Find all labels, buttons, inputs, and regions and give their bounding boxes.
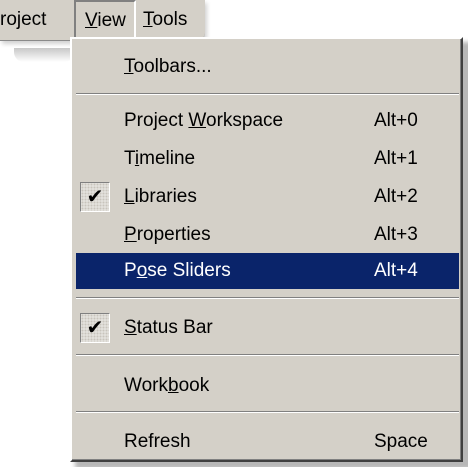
menu-item-status-bar-label: Status Bar: [124, 317, 213, 338]
menu-project[interactable]: roject: [0, 0, 46, 40]
menu-item-project-workspace[interactable]: Project Workspace Alt+0: [76, 103, 459, 139]
menu-item-refresh[interactable]: Refresh Space: [76, 424, 459, 460]
menu-view[interactable]: View: [74, 0, 136, 42]
menu-separator: [76, 354, 459, 356]
menu-separator: [76, 93, 459, 95]
menu-item-status-bar[interactable]: ✔ Status Bar: [76, 310, 459, 346]
menu-item-libraries[interactable]: ✔ Libraries Alt+2: [76, 179, 459, 215]
menu-item-refresh-label: Refresh: [124, 431, 191, 452]
shortcut-label: Space: [374, 431, 428, 452]
menu-view-accel: V: [85, 10, 98, 31]
shortcut-label: Alt+4: [374, 260, 418, 281]
checkmark-icon: ✔: [80, 313, 110, 343]
menu-separator: [76, 297, 459, 299]
menu-item-pose-sliders-label: Pose Sliders: [124, 260, 231, 281]
shortcut-label: Alt+3: [374, 224, 418, 245]
menu-item-timeline[interactable]: Timeline Alt+1: [76, 141, 459, 177]
menu-item-toolbars-label: Toolbars...: [124, 56, 212, 77]
menu-item-toolbars[interactable]: Toolbars...: [76, 49, 459, 85]
checkmark-icon: ✔: [80, 182, 110, 212]
menu-view-label: iew: [97, 10, 126, 31]
menu-item-timeline-label: Timeline: [124, 148, 196, 169]
menu-item-properties-label: Properties: [124, 224, 211, 245]
menu-item-libraries-label: Libraries: [124, 186, 197, 207]
view-menu-dropdown: Toolbars... Project Workspace Alt+0 Time…: [70, 37, 463, 462]
shortcut-label: Alt+2: [374, 186, 418, 207]
shortcut-label: Alt+1: [374, 148, 418, 169]
menu-item-workbook[interactable]: Workbook: [76, 368, 459, 404]
menu-tools-label: ools: [152, 9, 188, 30]
menu-item-pose-sliders[interactable]: Pose Sliders Alt+4: [76, 253, 459, 289]
menu-item-project-workspace-label: Project Workspace: [124, 110, 284, 131]
screenshot-stage: roject View Tools Toolbars... Project Wo…: [0, 0, 468, 467]
menu-separator: [76, 411, 459, 413]
menubar-shadow: [14, 48, 74, 62]
menu-tools[interactable]: Tools: [143, 0, 187, 40]
menu-item-properties[interactable]: Properties Alt+3: [76, 217, 459, 253]
menu-project-label: roject: [0, 9, 47, 30]
menu-item-workbook-label: Workbook: [124, 375, 210, 396]
menu-tools-accel: T: [143, 9, 153, 30]
shortcut-label: Alt+0: [374, 110, 418, 131]
menu-bar: roject View Tools: [0, 0, 205, 42]
